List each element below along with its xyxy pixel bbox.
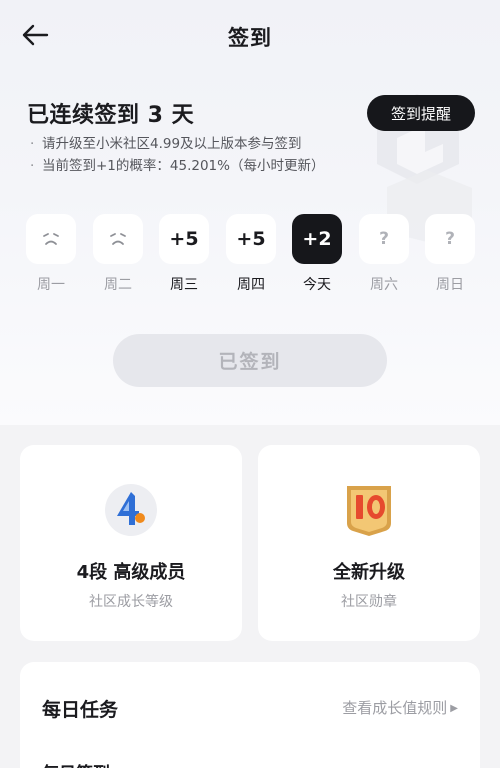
level-card[interactable]: 4段 高级成员 社区成长等级 <box>20 445 242 641</box>
day-points: +2 <box>292 214 342 264</box>
level-4-icon <box>105 484 157 536</box>
note-text: 请升级至小米社区4.99及以上版本参与签到 <box>42 136 302 152</box>
note-item: · 请升级至小米社区4.99及以上版本参与签到 <box>30 136 302 152</box>
badge-title: 全新升级 <box>333 562 405 583</box>
day-sunday: ? 周日 <box>424 214 476 294</box>
day-label: 今天 <box>303 277 331 293</box>
day-points: +5 <box>159 214 209 264</box>
day-label: 周四 <box>237 277 265 293</box>
day-label: 周一 <box>37 277 65 293</box>
day-label: 周日 <box>436 277 464 293</box>
day-label: 周六 <box>370 277 398 293</box>
week-checkin-row: 周一 周二 +5 周三 +5 周四 +2 今天 ? 周六 ? 周日 <box>25 214 477 294</box>
medal-10-icon <box>347 486 391 536</box>
day-monday: 周一 <box>25 214 77 294</box>
day-wednesday: +5 周三 <box>158 214 210 294</box>
day-tuesday: 周二 <box>92 214 144 294</box>
day-today: +2 今天 <box>291 214 343 294</box>
frown-face-icon <box>110 233 126 245</box>
badge-card[interactable]: 全新升级 社区勋章 <box>258 445 480 641</box>
task-item-title[interactable]: 每日签到 <box>42 759 110 768</box>
day-points: +5 <box>226 214 276 264</box>
streak-title: 已连续签到 3 天 <box>27 103 195 128</box>
level-title: 4段 高级成员 <box>76 562 186 583</box>
day-points: ? <box>359 214 409 264</box>
level-subtitle: 社区成长等级 <box>89 594 173 610</box>
note-text: 当前签到+1的概率：45.201%（每小时更新） <box>42 158 325 174</box>
day-points: ? <box>425 214 475 264</box>
triangle-right-icon: ▶ <box>450 703 458 714</box>
checkin-panel: 签到 已连续签到 3 天 签到提醒 · 请升级至小米社区4.99及以上版本参与签到… <box>0 0 500 425</box>
page-title: 签到 <box>228 26 272 50</box>
checkin-notes: · 请升级至小米社区4.99及以上版本参与签到 · 当前签到+1的概率：45.201… <box>30 133 324 177</box>
day-label: 周二 <box>104 277 132 293</box>
note-item: · 当前签到+1的概率：45.201%（每小时更新） <box>30 158 325 174</box>
day-box <box>93 214 143 264</box>
frown-face-icon <box>43 233 59 245</box>
growth-rules-link[interactable]: 查看成长值规则 ▶ <box>342 697 458 718</box>
day-label: 周三 <box>170 277 198 293</box>
checkin-reminder-button[interactable]: 签到提醒 <box>367 95 475 131</box>
badge-subtitle: 社区勋章 <box>341 594 397 610</box>
signed-in-button[interactable]: 已签到 <box>113 334 387 387</box>
day-thursday: +5 周四 <box>225 214 277 294</box>
header: 签到 <box>0 0 500 70</box>
daily-tasks-title: 每日任务 <box>42 699 119 721</box>
day-box <box>26 214 76 264</box>
day-saturday: ? 周六 <box>358 214 410 294</box>
growth-rules-label: 查看成长值规则 <box>342 699 448 717</box>
daily-tasks-card: 每日任务 查看成长值规则▶ 每日签到 <box>20 662 480 768</box>
